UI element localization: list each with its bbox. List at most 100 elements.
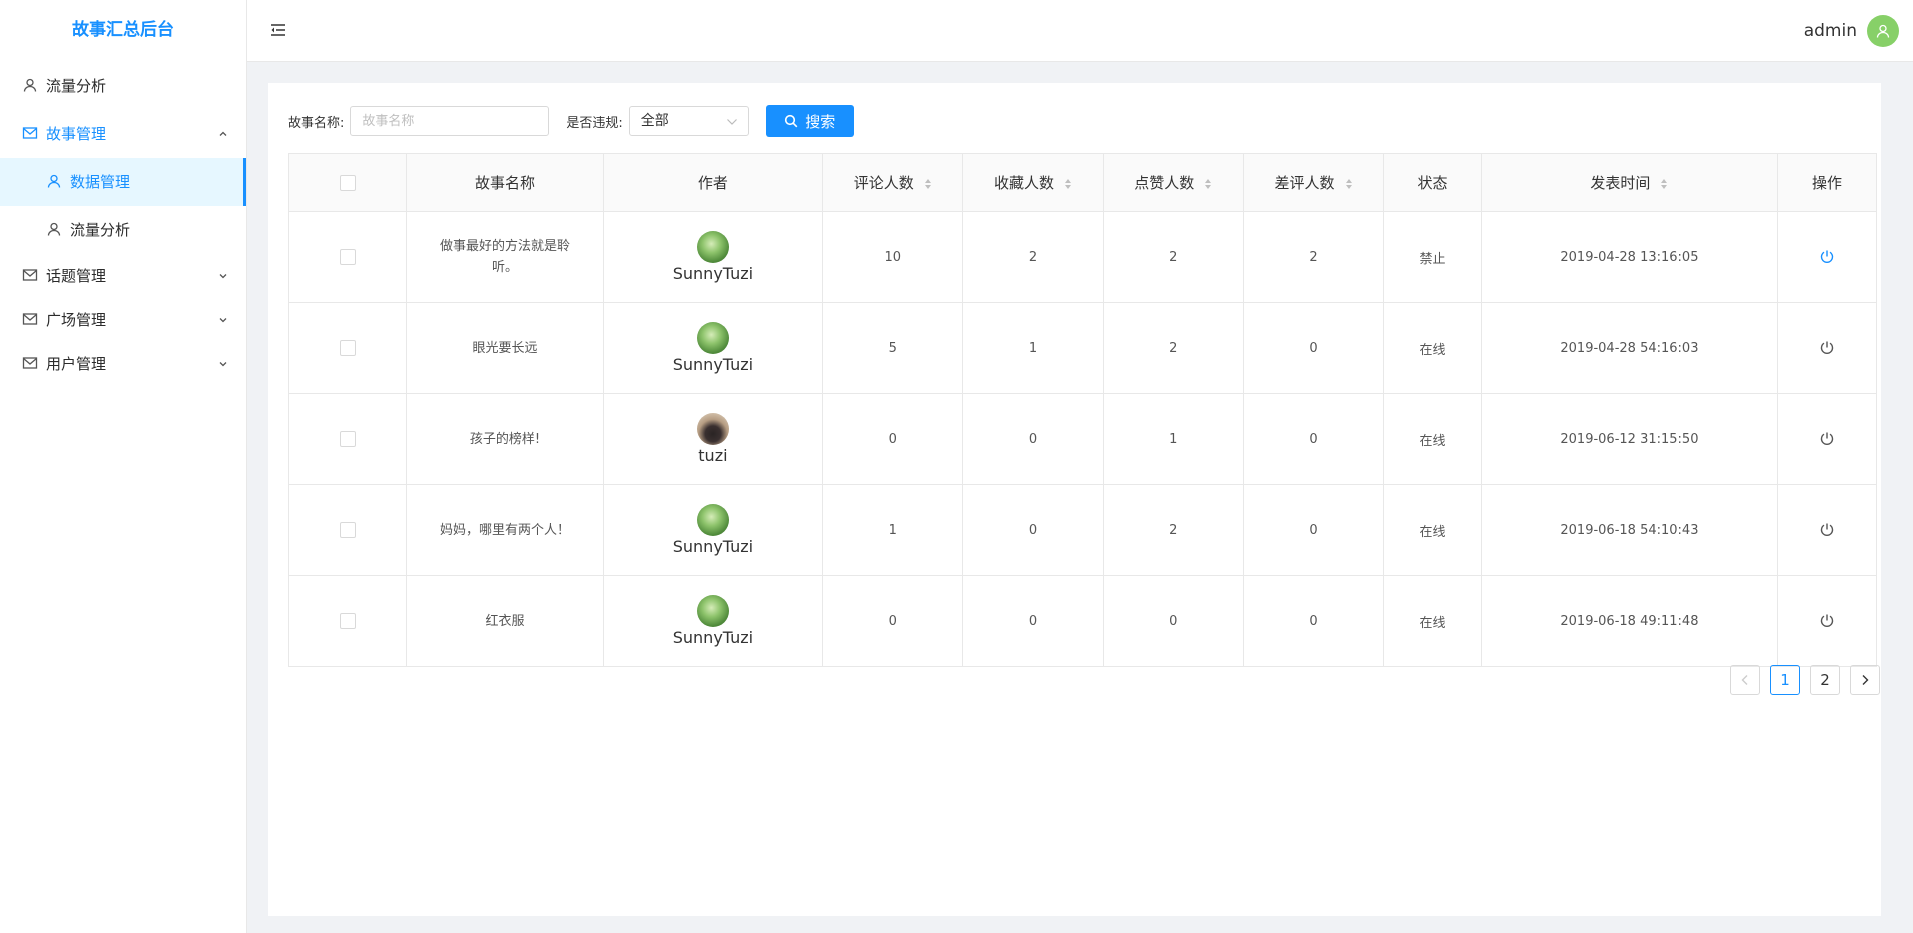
author-avatar xyxy=(696,322,729,354)
row-checkbox[interactable] xyxy=(339,340,356,356)
power-icon[interactable] xyxy=(1819,613,1835,629)
chevron-left-icon xyxy=(1741,675,1748,685)
sidebar-item-label: 话题管理 xyxy=(46,267,107,285)
author-name: SunnyTuzi xyxy=(672,355,754,374)
column-header-sortable[interactable]: 收藏人数 xyxy=(962,153,1104,212)
next-page-button[interactable] xyxy=(1850,665,1880,695)
sort-icon[interactable] xyxy=(1660,178,1668,190)
story-name-label: 故事名称: xyxy=(288,115,345,131)
status-text: 在线 xyxy=(1383,393,1482,485)
menu-fold-icon[interactable] xyxy=(269,21,287,39)
story-name: 做事最好的方法就是聆听。 xyxy=(439,239,570,275)
dislikes-count: 0 xyxy=(1242,393,1385,485)
sidebar-item-label: 流量分析 xyxy=(70,221,131,239)
column-header-sortable[interactable]: 差评人数 xyxy=(1242,153,1385,212)
search-bar: 故事名称: 是否违规: 全部 搜索 xyxy=(288,105,854,137)
likes-count: 1 xyxy=(1102,393,1244,485)
table-row: 红衣服 SunnyTuzi 0 0 0 0 在线 2019-06-18 49:1… xyxy=(287,575,1877,667)
sidebar-item-label: 故事管理 xyxy=(46,125,107,143)
user-icon xyxy=(46,221,62,237)
comments-count: 0 xyxy=(822,575,964,667)
publish-time: 2019-06-12 31:15:50 xyxy=(1480,393,1779,485)
dislikes-count: 0 xyxy=(1242,484,1385,576)
sidebar-item-label: 广场管理 xyxy=(46,311,107,329)
power-icon[interactable] xyxy=(1819,340,1835,356)
status-text: 在线 xyxy=(1383,484,1482,576)
author-name: tuzi xyxy=(698,446,728,465)
story-name: 眼光要长远 xyxy=(472,340,538,356)
power-icon[interactable] xyxy=(1819,249,1835,265)
row-checkbox[interactable] xyxy=(339,249,356,265)
status-text: 在线 xyxy=(1383,302,1482,394)
column-header-sortable[interactable]: 评论人数 xyxy=(822,153,964,212)
row-checkbox[interactable] xyxy=(339,613,356,629)
table-row: 眼光要长远 SunnyTuzi 5 1 2 0 在线 2019-04-28 54… xyxy=(287,302,1877,394)
favorites-count: 0 xyxy=(962,575,1104,667)
story-name: 孩子的榜样! xyxy=(469,431,541,447)
story-name: 妈妈，哪里有两个人！ xyxy=(439,522,570,538)
column-header-sortable[interactable]: 点赞人数 xyxy=(1102,153,1244,212)
story-name: 红衣服 xyxy=(485,613,525,629)
top-header: admin xyxy=(247,0,1913,62)
author-avatar xyxy=(696,413,729,445)
sidebar-item-label: 用户管理 xyxy=(46,355,107,373)
power-icon[interactable] xyxy=(1819,522,1835,538)
author-avatar xyxy=(696,595,729,627)
comments-count: 5 xyxy=(822,302,964,394)
chevron-down-icon xyxy=(726,116,738,128)
column-header-label: 点赞人数 xyxy=(1134,174,1195,192)
row-checkbox[interactable] xyxy=(339,522,356,538)
column-header-sortable[interactable]: 发表时间 xyxy=(1480,153,1779,212)
column-header: 故事名称 xyxy=(406,153,604,212)
sort-icon[interactable] xyxy=(1064,178,1072,190)
status-text: 在线 xyxy=(1383,575,1482,667)
table-row: 做事最好的方法就是聆听。 SunnyTuzi 10 2 2 2 禁止 2019-… xyxy=(287,211,1877,303)
violation-select-value: 全部 xyxy=(640,113,669,129)
chevron-down-icon xyxy=(218,298,228,342)
story-table: 故事名称 作者 评论人数 收藏人数 点赞人数 差评人数 状态 发表时间 操作 做… xyxy=(287,153,1877,667)
chevron-down-icon xyxy=(218,254,228,298)
column-header-label: 评论人数 xyxy=(853,174,914,192)
table-row: 孩子的榜样! tuzi 0 0 1 0 在线 2019-06-12 31:15:… xyxy=(287,393,1877,485)
column-header: 操作 xyxy=(1777,153,1877,212)
mail-icon xyxy=(22,311,38,327)
mail-icon xyxy=(22,125,38,141)
search-icon xyxy=(785,114,798,128)
sidebar-item-traffic-analysis-sub[interactable]: 流量分析 xyxy=(0,206,246,254)
sidebar-item-user-management[interactable]: 用户管理 xyxy=(0,342,246,386)
favorites-count: 0 xyxy=(962,393,1104,485)
prev-page-button[interactable] xyxy=(1730,665,1760,695)
sidebar-item-story-management[interactable]: 故事管理 xyxy=(0,110,246,158)
author-name: SunnyTuzi xyxy=(672,537,754,556)
user-menu[interactable]: admin xyxy=(1804,15,1899,47)
user-icon xyxy=(46,173,62,189)
page-button[interactable]: 1 xyxy=(1770,665,1800,695)
column-header: 作者 xyxy=(602,153,824,212)
status-text: 禁止 xyxy=(1383,211,1482,303)
column-header: 状态 xyxy=(1383,153,1482,212)
author-name: SunnyTuzi xyxy=(672,628,754,647)
user-avatar-icon[interactable] xyxy=(1867,15,1899,47)
sort-icon[interactable] xyxy=(1345,178,1353,190)
publish-time: 2019-04-28 54:16:03 xyxy=(1480,302,1779,394)
favorites-count: 0 xyxy=(962,484,1104,576)
select-all-checkbox[interactable] xyxy=(339,175,356,191)
sort-icon[interactable] xyxy=(924,178,932,190)
author-name: SunnyTuzi xyxy=(672,264,754,283)
story-name-input[interactable] xyxy=(350,106,550,136)
violation-label: 是否违规: xyxy=(566,115,623,131)
sidebar-item-data-management[interactable]: 数据管理 xyxy=(0,158,246,206)
column-header-label: 发表时间 xyxy=(1590,174,1651,192)
power-icon[interactable] xyxy=(1819,431,1835,447)
publish-time: 2019-04-28 13:16:05 xyxy=(1480,211,1779,303)
search-button[interactable]: 搜索 xyxy=(765,105,854,137)
comments-count: 10 xyxy=(822,211,964,303)
sort-icon[interactable] xyxy=(1204,178,1212,190)
dislikes-count: 0 xyxy=(1242,302,1385,394)
sidebar-item-traffic-analysis[interactable]: 流量分析 xyxy=(0,62,246,110)
violation-select[interactable]: 全部 xyxy=(628,106,749,136)
sidebar-item-topic-management[interactable]: 话题管理 xyxy=(0,254,246,298)
page-button[interactable]: 2 xyxy=(1810,665,1840,695)
row-checkbox[interactable] xyxy=(339,431,356,447)
sidebar-item-plaza-management[interactable]: 广场管理 xyxy=(0,298,246,342)
